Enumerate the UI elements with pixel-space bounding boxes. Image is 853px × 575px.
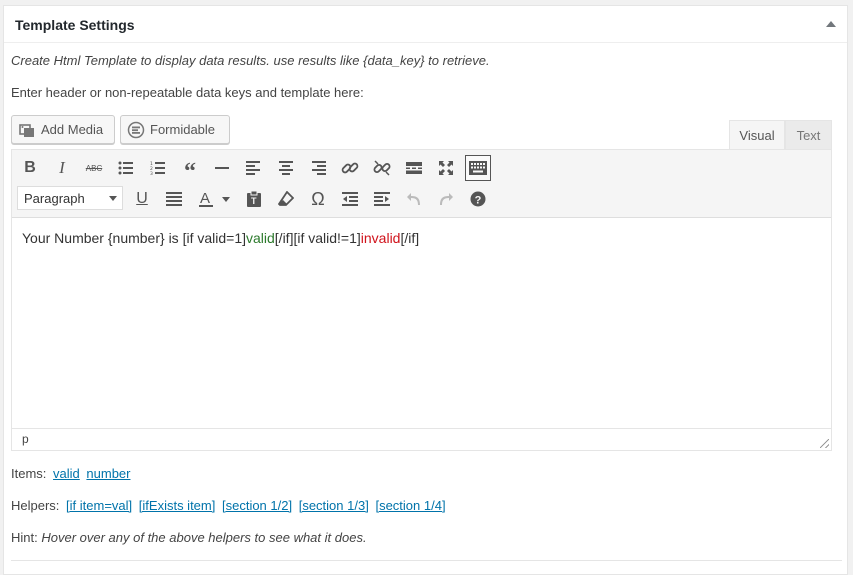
fullscreen-icon[interactable] (433, 155, 459, 181)
content-invalid-word: invalid (360, 230, 401, 246)
blockquote-icon[interactable]: “ (177, 155, 203, 185)
redo-icon[interactable] (433, 186, 459, 212)
panel-header[interactable]: Template Settings (4, 6, 847, 43)
helpers-label: Helpers: (11, 498, 60, 513)
outdent-icon[interactable] (337, 186, 363, 212)
align-right-icon[interactable] (305, 155, 331, 181)
content-valid-word: valid (246, 230, 275, 246)
resize-handle-icon[interactable] (820, 439, 829, 448)
panel-title: Template Settings (15, 17, 135, 33)
help-icon[interactable]: ? (465, 186, 491, 212)
insert-link-icon[interactable] (337, 155, 363, 181)
strikethrough-icon[interactable]: ABC (81, 155, 107, 181)
rich-text-editor: B I ABC 123 “ Paragraph U A T Ω ? Your N… (11, 149, 832, 451)
editor-toolbar: B I ABC 123 “ Paragraph U A T Ω ? (12, 150, 831, 218)
helper-link-if[interactable]: [if item=val] (66, 498, 132, 513)
paste-as-text-icon[interactable]: T (241, 186, 267, 212)
hint-label: Hint: (11, 530, 38, 545)
items-line: Items: valid number (11, 466, 130, 481)
horizontal-rule-icon[interactable] (209, 155, 235, 181)
content-text-2: [/if][if valid!=1] (274, 230, 361, 246)
undo-icon[interactable] (401, 186, 427, 212)
add-media-icon (18, 121, 36, 139)
format-select[interactable]: Paragraph (17, 186, 123, 210)
helper-link-section-half[interactable]: [section 1/2] (222, 498, 292, 513)
format-select-value: Paragraph (24, 190, 85, 206)
svg-text:A: A (200, 190, 210, 207)
tab-visual[interactable]: Visual (729, 120, 785, 149)
helpers-line: Helpers: [if item=val] [ifExists item] [… (11, 498, 446, 513)
svg-text:3: 3 (150, 171, 153, 175)
content-text-3: [/if] (400, 230, 420, 246)
hint-line: Hint: Hover over any of the above helper… (11, 530, 367, 545)
toolbar-toggle-icon[interactable] (465, 155, 491, 181)
panel-instruction: Enter header or non-repeatable data keys… (11, 85, 364, 100)
collapse-toggle-icon[interactable] (826, 21, 836, 27)
justify-icon[interactable] (161, 186, 187, 212)
bullet-list-icon[interactable] (113, 155, 139, 181)
formidable-icon (127, 121, 145, 139)
align-left-icon[interactable] (241, 155, 267, 181)
add-media-label: Add Media (41, 122, 104, 137)
items-label: Items: (11, 466, 47, 481)
tab-text[interactable]: Text (785, 120, 832, 149)
special-character-icon[interactable]: Ω (305, 186, 331, 212)
chevron-down-icon (109, 196, 117, 201)
formidable-label: Formidable (150, 122, 216, 137)
helper-link-section-quarter[interactable]: [section 1/4] (375, 498, 445, 513)
editor-content[interactable]: Your Number {number} is [if valid=1]vali… (12, 218, 831, 428)
italic-icon[interactable]: I (49, 155, 75, 181)
hint-text: Hover over any of the above helpers to s… (41, 530, 367, 545)
numbered-list-icon[interactable]: 123 (145, 155, 171, 181)
element-path[interactable]: p (22, 432, 29, 446)
clear-formatting-icon[interactable] (273, 186, 299, 212)
text-color-icon[interactable]: A (195, 186, 235, 212)
align-center-icon[interactable] (273, 155, 299, 181)
helper-link-ifexists[interactable]: [ifExists item] (139, 498, 216, 513)
helper-link-section-third[interactable]: [section 1/3] (299, 498, 369, 513)
content-text-1: Your Number {number} is [if valid=1] (22, 230, 246, 246)
svg-text:T: T (251, 196, 257, 206)
add-media-button[interactable]: Add Media (11, 115, 115, 144)
item-link-number[interactable]: number (86, 466, 130, 481)
remove-link-icon[interactable] (369, 155, 395, 181)
bold-icon[interactable]: B (17, 155, 43, 181)
editor-status-bar: p (12, 428, 831, 450)
panel-description: Create Html Template to display data res… (11, 53, 490, 68)
svg-text:?: ? (475, 195, 482, 207)
divider (11, 560, 842, 561)
read-more-icon[interactable] (401, 155, 427, 181)
formidable-button[interactable]: Formidable (120, 115, 230, 144)
underline-icon[interactable]: U (129, 186, 155, 212)
item-link-valid[interactable]: valid (53, 466, 80, 481)
indent-icon[interactable] (369, 186, 395, 212)
